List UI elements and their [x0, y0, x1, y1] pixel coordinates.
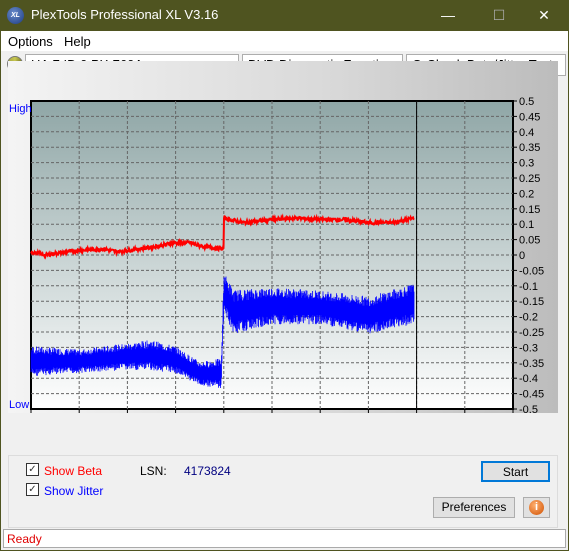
y-tick-label: -0.3: [519, 342, 538, 354]
y-tick-label: 0.5: [519, 96, 534, 108]
lsn-label: LSN:: [140, 464, 167, 478]
y-tick-label: 0: [519, 250, 525, 262]
chart-panel: 0123456789100.50.450.40.350.30.250.20.15…: [8, 61, 558, 429]
y-tick-label: -0.15: [519, 296, 544, 308]
high-label: High: [9, 103, 32, 115]
show-jitter-checkbox[interactable]: ✓: [26, 483, 39, 496]
show-beta-checkbox[interactable]: ✓: [26, 463, 39, 476]
menu-bar: Options Help: [1, 31, 568, 51]
y-tick-label: -0.1: [519, 281, 538, 293]
low-label: Low: [9, 399, 29, 411]
y-tick-label: 0.3: [519, 158, 534, 170]
title-bar: XL PlexTools Professional XL V3.16 — ☐ ✕: [0, 0, 569, 31]
y-tick-label: -0.5: [519, 404, 538, 413]
info-button[interactable]: i: [523, 497, 550, 518]
y-tick-label: -0.4: [519, 373, 538, 385]
y-tick-label: 0.1: [519, 219, 534, 231]
options-panel: ✓ Show Beta ✓ Show Jitter LSN: 4173824 S…: [8, 455, 558, 528]
lsn-value: 4173824: [184, 464, 231, 478]
maximize-button[interactable]: ☐: [484, 4, 514, 26]
y-tick-label: -0.45: [519, 389, 544, 401]
preferences-button[interactable]: Preferences: [433, 497, 515, 518]
y-tick-label: -0.05: [519, 265, 544, 277]
menu-options[interactable]: Options: [8, 34, 53, 49]
y-tick-label: 0.15: [519, 204, 540, 216]
show-jitter-label[interactable]: Show Jitter: [44, 484, 103, 498]
beta-jitter-chart: 0123456789100.50.450.40.350.30.250.20.15…: [9, 96, 544, 429]
close-button[interactable]: ✕: [529, 4, 559, 26]
y-tick-label: 0.45: [519, 111, 540, 123]
y-tick-label: -0.25: [519, 327, 544, 339]
info-icon: i: [529, 500, 544, 515]
start-button[interactable]: Start: [481, 461, 550, 482]
y-tick-label: -0.2: [519, 312, 538, 324]
minimize-button[interactable]: —: [433, 4, 463, 26]
y-tick-label: 0.25: [519, 173, 540, 185]
app-logo-icon: XL: [7, 7, 24, 24]
window-title: PlexTools Professional XL V3.16: [31, 7, 219, 22]
y-tick-label: 0.4: [519, 127, 534, 139]
y-tick-label: 0.35: [519, 142, 540, 154]
menu-help[interactable]: Help: [64, 34, 91, 49]
y-tick-label: -0.35: [519, 358, 544, 370]
status-bar: Ready: [3, 529, 566, 548]
y-tick-label: 0.05: [519, 235, 540, 247]
y-tick-label: 0.2: [519, 188, 534, 200]
show-beta-label[interactable]: Show Beta: [44, 464, 102, 478]
